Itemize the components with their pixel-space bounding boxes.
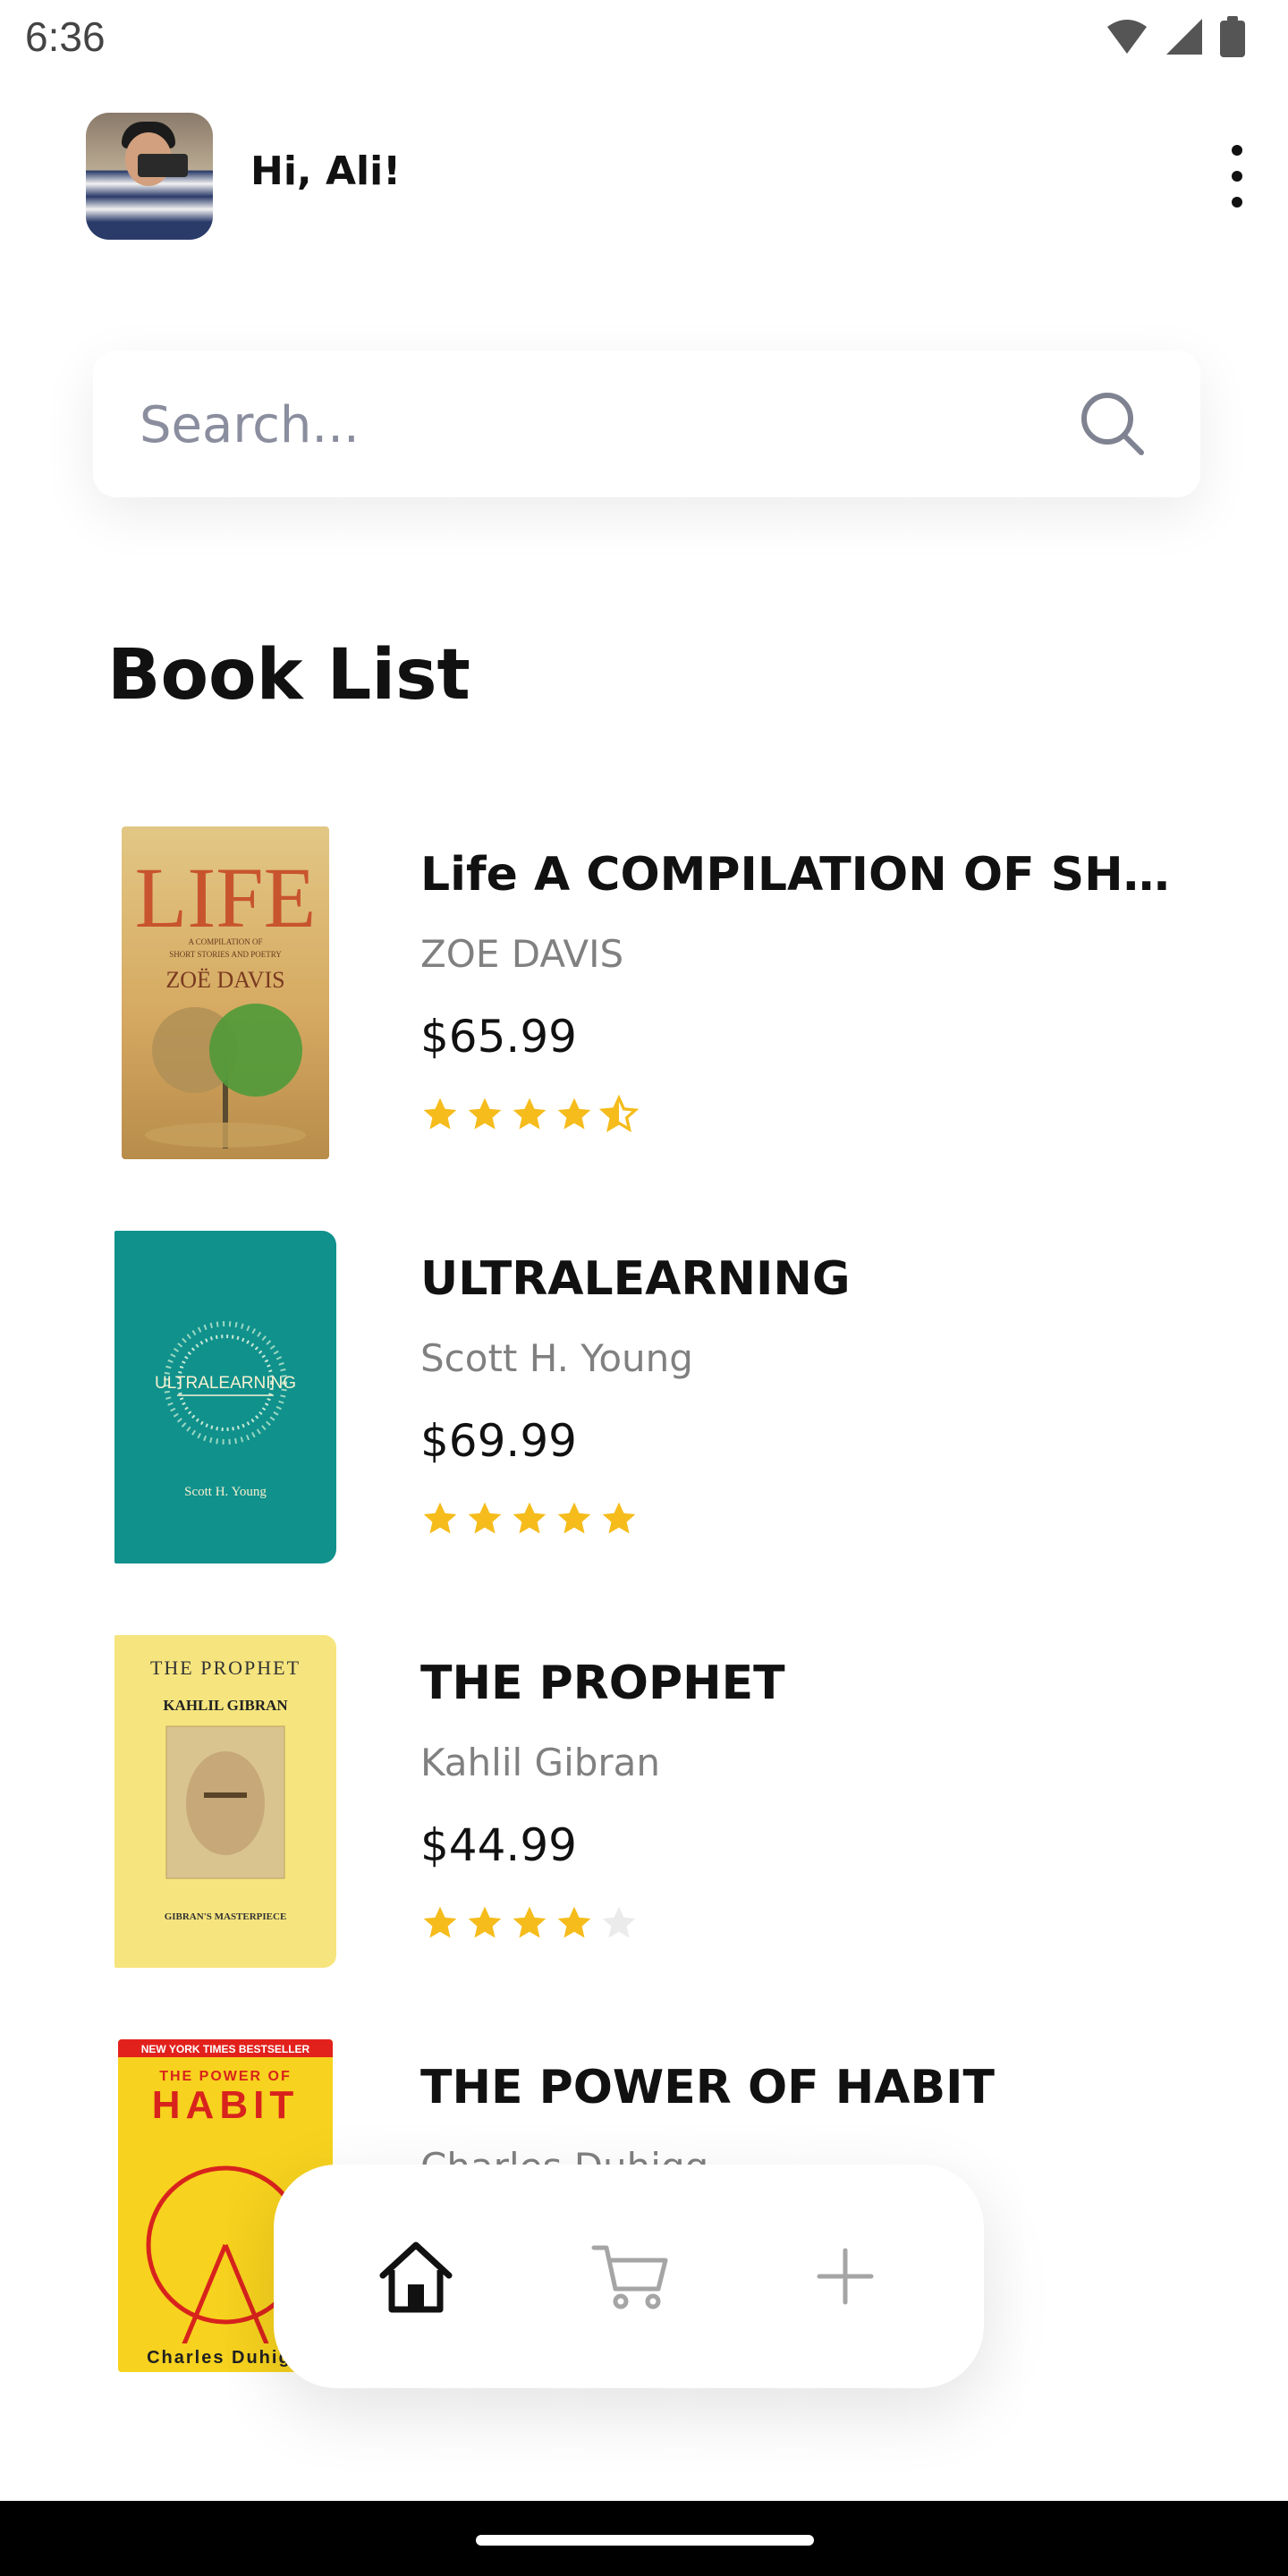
home-indicator[interactable] (476, 2535, 814, 2546)
nav-cart-button[interactable] (574, 2220, 687, 2333)
bottom-navigation (274, 2165, 984, 2388)
avatar[interactable] (86, 113, 213, 240)
cart-icon (591, 2245, 668, 2309)
search-input[interactable] (138, 386, 1036, 463)
book-cover: THE PROPHET KAHLIL GIBRAN GIBRAN'S MASTE… (114, 1635, 336, 1968)
star-icon (513, 1502, 547, 1534)
star-icon (557, 1097, 591, 1130)
star-icon (468, 1502, 502, 1534)
search-icon[interactable] (1077, 388, 1148, 460)
star-icon (557, 1502, 591, 1534)
book-title: Life A COMPILATION OF SHOR... (420, 848, 1190, 902)
signal-icon (1166, 19, 1202, 55)
cover-author: ZOË DAVIS (165, 967, 284, 993)
status-icons (1106, 16, 1245, 57)
cover-top: THE POWER OF (159, 2069, 292, 2084)
cover-subtitle: A COMPILATION OF (188, 937, 262, 946)
section-title: Book List (107, 635, 470, 716)
cover-author: KAHLIL GIBRAN (163, 1697, 288, 1714)
greeting: Hi, Ali! (250, 148, 402, 194)
star-icon (557, 1906, 591, 1938)
star-half-icon (599, 1095, 639, 1132)
book-author: Scott H. Young (420, 1336, 693, 1380)
battery-icon (1220, 16, 1245, 57)
rating-stars (420, 1095, 639, 1134)
book-author: ZOE DAVIS (420, 932, 624, 976)
cover-tagline: GIBRAN'S MASTERPIECE (165, 1911, 287, 1922)
rating-stars (420, 1903, 639, 1943)
book-card[interactable]: ULTRALEARNING Scott H. Young ULTRALEARNI… (0, 1231, 1288, 1571)
header: Hi, Ali! (0, 107, 1288, 242)
svg-text:SHORT STORIES AND POETRY: SHORT STORIES AND POETRY (169, 950, 282, 959)
book-card[interactable]: THE PROPHET KAHLIL GIBRAN GIBRAN'S MASTE… (0, 1635, 1288, 1975)
book-card[interactable]: LIFE A COMPILATION OF SHORT STORIES AND … (0, 826, 1288, 1166)
star-icon (513, 1097, 547, 1130)
book-price: $69.99 (420, 1415, 577, 1467)
star-icon (468, 1097, 502, 1130)
star-icon (423, 1906, 457, 1938)
star-icon (468, 1906, 502, 1938)
book-cover: LIFE A COMPILATION OF SHORT STORIES AND … (122, 826, 329, 1159)
star-icon (513, 1906, 547, 1938)
plus-icon (817, 2248, 874, 2305)
cover-author: Scott H. Young (184, 1485, 267, 1499)
star-icon (423, 1502, 457, 1534)
book-price: $44.99 (420, 1819, 577, 1871)
book-author: Kahlil Gibran (420, 1741, 661, 1784)
book-price: $65.99 (420, 1011, 577, 1063)
book-cover: ULTRALEARNING Scott H. Young (114, 1231, 336, 1563)
book-title: THE POWER OF HABIT (420, 2061, 996, 2114)
book-title: ULTRALEARNING (420, 1252, 851, 1306)
cover-banner: NEW YORK TIMES BESTSELLER (141, 2043, 310, 2055)
star-icon (602, 1502, 636, 1534)
status-bar: 6:36 (0, 0, 1288, 75)
cover-title: THE PROPHET (150, 1657, 301, 1679)
nav-add-button[interactable] (789, 2220, 902, 2333)
wifi-icon (1107, 20, 1147, 54)
book-title: THE PROPHET (420, 1657, 785, 1710)
cover-title: HABIT (152, 2083, 299, 2127)
nav-home-button[interactable] (360, 2220, 472, 2333)
more-options-icon[interactable] (1224, 145, 1250, 208)
home-icon (379, 2241, 453, 2313)
search-bar (93, 351, 1200, 497)
cover-title: LIFE (135, 850, 317, 945)
rating-stars (420, 1499, 639, 1538)
status-time: 6:36 (25, 13, 106, 60)
star-empty-icon (602, 1906, 636, 1938)
cover-title: ULTRALEARNING (155, 1374, 296, 1393)
star-icon (423, 1097, 457, 1130)
